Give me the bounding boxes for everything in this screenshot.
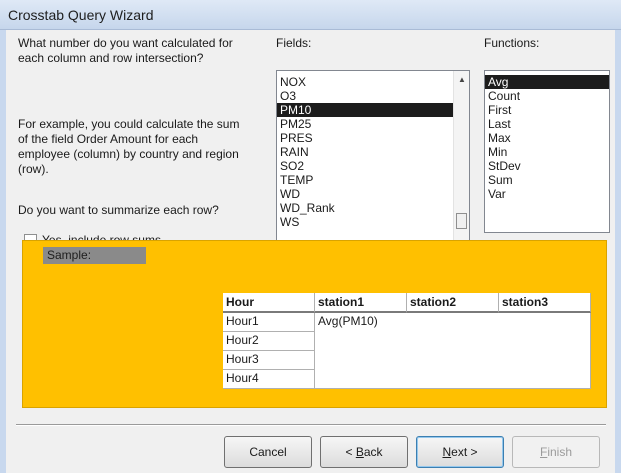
example-text: For example, you could calculate the sum… bbox=[18, 117, 239, 177]
next-button[interactable]: Next > bbox=[416, 436, 504, 468]
summarize-question: Do you want to summarize each row? bbox=[18, 203, 219, 217]
row-header: Hour2 bbox=[223, 332, 315, 351]
fields-list-item[interactable]: PRES bbox=[277, 131, 469, 145]
fields-list-item[interactable]: PM10 bbox=[277, 103, 469, 117]
sample-grid: Hour station1 station2 station3 Hour1 Ho… bbox=[223, 293, 591, 389]
functions-list-item[interactable]: Max bbox=[485, 131, 609, 145]
fields-list-item[interactable]: O3 bbox=[277, 89, 469, 103]
question-text: What number do you want calculated for e… bbox=[18, 36, 233, 66]
sample-label: Sample: bbox=[43, 247, 146, 264]
question-line-2: each column and row intersection? bbox=[18, 51, 204, 65]
example-line-2: of the field Order Amount for each bbox=[18, 132, 199, 146]
finish-button-label: Finish bbox=[539, 445, 573, 459]
window-title: Crosstab Query Wizard bbox=[8, 7, 154, 23]
scroll-thumb[interactable] bbox=[456, 213, 467, 229]
finish-button[interactable]: Finish bbox=[512, 436, 600, 468]
column-header: station3 bbox=[499, 293, 591, 313]
back-button[interactable]: < Back bbox=[320, 436, 408, 468]
fields-scrollbar[interactable]: ▲ ▼ bbox=[453, 71, 469, 252]
example-line-1: For example, you could calculate the sum bbox=[18, 117, 240, 131]
cancel-button[interactable]: Cancel bbox=[224, 436, 312, 468]
functions-list-item[interactable]: First bbox=[485, 103, 609, 117]
functions-list-item[interactable]: Last bbox=[485, 117, 609, 131]
fields-list-item[interactable]: RAIN bbox=[277, 145, 469, 159]
fields-list-item[interactable]: NOX bbox=[277, 75, 469, 89]
value-area: Avg(PM10) bbox=[315, 313, 591, 389]
button-separator bbox=[16, 424, 606, 426]
functions-list-item[interactable]: Var bbox=[485, 187, 609, 201]
fields-list-item[interactable]: WS bbox=[277, 215, 469, 229]
functions-list-item[interactable]: Min bbox=[485, 145, 609, 159]
functions-list-item[interactable]: Sum bbox=[485, 173, 609, 187]
fields-listbox[interactable]: NOX O3 PM10 PM25 PRES RAIN SO2 TEMP WD WD_Rank WS … bbox=[276, 70, 470, 253]
functions-list-item[interactable]: Count bbox=[485, 89, 609, 103]
fields-label: Fields: bbox=[276, 36, 312, 50]
example-line-3: employee (column) by country and region bbox=[18, 147, 239, 161]
fields-list-item[interactable]: WD_Rank bbox=[277, 201, 469, 215]
grid-corner-header: Hour bbox=[223, 293, 315, 313]
scroll-up-arrow-icon[interactable]: ▲ bbox=[458, 75, 466, 84]
next-button-label: Next > bbox=[442, 445, 478, 459]
row-header: Hour4 bbox=[223, 370, 315, 389]
functions-list-item[interactable]: StDev bbox=[485, 159, 609, 173]
fields-list-item[interactable]: PM25 bbox=[277, 117, 469, 131]
row-header: Hour3 bbox=[223, 351, 315, 370]
sample-panel: Sample: Hour station1 station2 station3 … bbox=[22, 240, 607, 408]
back-button-label: < Back bbox=[345, 445, 383, 459]
example-line-4: (row). bbox=[18, 162, 49, 176]
question-line-1: What number do you want calculated for bbox=[18, 36, 233, 50]
functions-label: Functions: bbox=[484, 36, 540, 50]
title-bar: Crosstab Query Wizard bbox=[0, 0, 621, 30]
sample-value: Avg(PM10) bbox=[318, 314, 378, 328]
fields-list-item[interactable]: TEMP bbox=[277, 173, 469, 187]
fields-list-item[interactable]: WD bbox=[277, 187, 469, 201]
column-header: station1 bbox=[315, 293, 407, 313]
fields-list-item[interactable]: SO2 bbox=[277, 159, 469, 173]
functions-list-item[interactable]: Avg bbox=[485, 75, 609, 89]
row-header: Hour1 bbox=[223, 313, 315, 332]
column-header: station2 bbox=[407, 293, 499, 313]
functions-listbox[interactable]: Avg Count First Last Max Min StDev Sum Var bbox=[484, 70, 610, 233]
